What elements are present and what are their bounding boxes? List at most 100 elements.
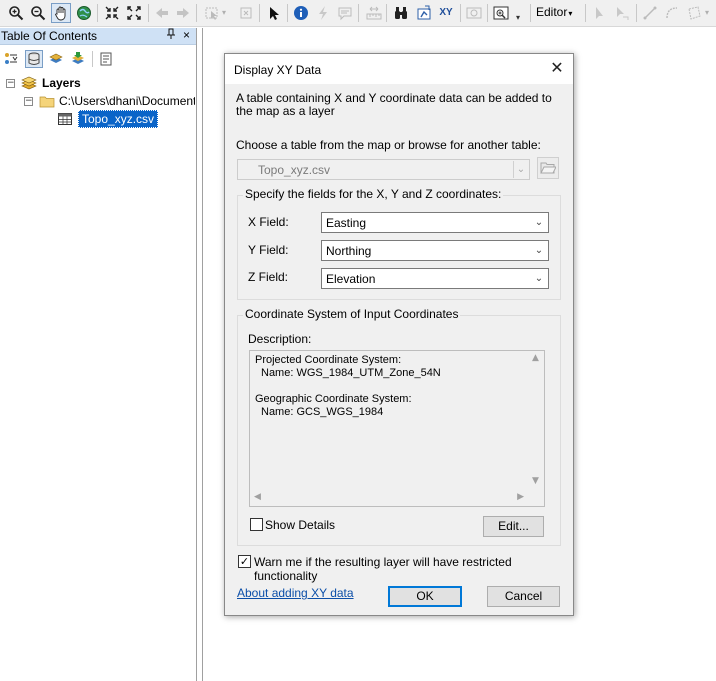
fixed-zoom-in-icon[interactable] xyxy=(102,3,122,23)
x-field-value: Easting xyxy=(326,216,367,230)
horizontal-scrollbar[interactable]: ◀ ▶ xyxy=(250,490,528,506)
collapse-icon[interactable]: − xyxy=(24,96,33,106)
time-slider-icon[interactable] xyxy=(464,3,484,23)
back-arrow-icon[interactable] xyxy=(152,3,172,23)
intro-text: A table containing X and Y coordinate da… xyxy=(236,91,552,118)
scroll-up-icon[interactable]: ▲ xyxy=(532,353,539,363)
desc-line-projected: Projected Coordinate System: xyxy=(255,354,402,366)
find-binoculars-icon[interactable] xyxy=(391,3,411,23)
ok-button[interactable]: OK xyxy=(388,586,462,607)
dialog-titlebar[interactable]: Display XY Data ✕ xyxy=(225,54,573,84)
scroll-right-icon[interactable]: ▶ xyxy=(517,492,524,502)
clear-selection-icon[interactable] xyxy=(236,3,256,23)
hyperlink-bolt-icon[interactable] xyxy=(313,3,333,23)
trace-polygon-icon[interactable] xyxy=(684,3,704,23)
chevron-down-icon: ⌄ xyxy=(534,217,544,228)
html-popup-icon[interactable] xyxy=(335,3,355,23)
coordinate-system-group-label: Coordinate System of Input Coordinates xyxy=(243,307,461,321)
list-by-selection-icon[interactable] xyxy=(69,50,87,68)
dialog-title: Display XY Data xyxy=(234,63,322,77)
show-details-checkbox[interactable] xyxy=(250,518,263,531)
pan-hand-icon[interactable] xyxy=(51,3,71,23)
choose-table-label: Choose a table from the map or browse fo… xyxy=(236,138,541,152)
toolbar-options-chevron-icon[interactable]: ▾ xyxy=(513,8,523,28)
close-icon[interactable]: ✕ xyxy=(545,58,569,80)
fixed-zoom-out-icon[interactable] xyxy=(124,3,144,23)
y-field-label: Y Field: xyxy=(248,243,289,257)
vertical-scrollbar[interactable]: ▲ ▼ xyxy=(528,351,544,490)
edit-annotation-icon[interactable] xyxy=(612,3,632,23)
editor-menu[interactable]: Editor▾ xyxy=(536,5,572,21)
table-select-value: Topo_xyz.csv xyxy=(258,163,331,177)
pin-icon[interactable] xyxy=(166,28,176,43)
toolbar-separator xyxy=(259,4,260,22)
chevron-down-icon: ⌄ xyxy=(534,273,544,284)
list-by-drawing-order-icon[interactable] xyxy=(2,50,20,68)
desc-line-geographic-name: Name: GCS_WGS_1984 xyxy=(261,406,384,418)
toolbar-separator xyxy=(358,4,359,22)
layers-label: Layers xyxy=(42,76,81,90)
browse-folder-button[interactable] xyxy=(537,157,559,179)
toolbar-separator xyxy=(530,4,531,22)
zoom-in-icon[interactable] xyxy=(6,3,26,23)
forward-arrow-icon[interactable] xyxy=(173,3,193,23)
toolbar-separator xyxy=(92,51,93,67)
go-to-xy-icon[interactable]: XY xyxy=(436,3,456,23)
chevron-down-icon[interactable]: ▾ xyxy=(220,3,228,23)
toc-title: Table Of Contents xyxy=(1,29,98,43)
scroll-left-icon[interactable]: ◀ xyxy=(254,492,261,502)
end-point-arc-icon[interactable] xyxy=(662,3,682,23)
straight-segment-icon[interactable] xyxy=(640,3,660,23)
about-xy-data-link[interactable]: About adding XY data xyxy=(237,586,354,600)
folder-icon xyxy=(39,93,55,109)
table-of-contents-panel: Table Of Contents × − Layers − C:\Users\… xyxy=(0,28,197,681)
tree-row-folder[interactable]: − C:\Users\dhani\Documents xyxy=(24,92,195,110)
arcmap-window: ▾ XY ▾ Editor▾ ▾ Table Of Contents × − L… xyxy=(0,0,716,681)
full-extent-globe-icon[interactable] xyxy=(74,3,94,23)
identify-icon[interactable] xyxy=(291,3,311,23)
x-field-label: X Field: xyxy=(248,215,289,229)
z-field-value: Elevation xyxy=(326,272,376,286)
toolbar-separator xyxy=(97,4,98,22)
description-label: Description: xyxy=(248,332,312,346)
chevron-down-icon[interactable]: ▾ xyxy=(702,3,712,23)
toolbar-separator xyxy=(148,4,149,22)
edit-tool-icon[interactable] xyxy=(589,3,609,23)
warn-checkbox[interactable]: ✓ xyxy=(238,555,251,568)
toolbar-separator xyxy=(585,4,586,22)
table-select[interactable]: Topo_xyz.csv ⌄ xyxy=(237,159,530,180)
warn-label: Warn me if the resulting layer will have… xyxy=(254,555,512,583)
list-by-source-icon[interactable] xyxy=(25,50,43,68)
folder-path-label: C:\Users\dhani\Documents xyxy=(59,94,195,108)
zoom-out-icon[interactable] xyxy=(28,3,48,23)
cancel-button[interactable]: Cancel xyxy=(487,586,560,607)
tree-row-table[interactable]: Topo_xyz.csv xyxy=(57,110,159,128)
select-features-icon[interactable] xyxy=(202,3,222,23)
list-by-visibility-icon[interactable] xyxy=(47,50,65,68)
scroll-down-icon[interactable]: ▼ xyxy=(532,476,539,486)
select-elements-arrow-icon[interactable] xyxy=(264,3,284,23)
y-field-value: Northing xyxy=(326,244,372,258)
find-route-icon[interactable] xyxy=(414,3,434,23)
display-xy-data-dialog: Display XY Data ✕ A table containing X a… xyxy=(224,53,574,616)
toolbar-separator xyxy=(386,4,387,22)
edit-button[interactable]: Edit... xyxy=(483,516,544,537)
collapse-icon[interactable]: − xyxy=(6,78,15,88)
create-viewer-window-icon[interactable] xyxy=(491,3,511,23)
description-box[interactable]: Projected Coordinate System: Name: WGS_1… xyxy=(249,350,545,507)
table-icon xyxy=(57,111,73,127)
tree-row-layers[interactable]: − Layers xyxy=(6,74,81,92)
x-field-select[interactable]: Easting ⌄ xyxy=(321,212,549,233)
y-field-select[interactable]: Northing ⌄ xyxy=(321,240,549,261)
chevron-down-icon: ▾ xyxy=(568,9,573,18)
toc-header: Table Of Contents × xyxy=(0,28,196,45)
main-toolbar: ▾ XY ▾ Editor▾ ▾ xyxy=(0,0,716,27)
measure-icon[interactable] xyxy=(364,3,384,23)
toc-options-icon[interactable] xyxy=(97,50,115,68)
z-field-select[interactable]: Elevation ⌄ xyxy=(321,268,549,289)
toolbar-separator xyxy=(460,4,461,22)
desc-line-geographic: Geographic Coordinate System: xyxy=(255,393,412,405)
toc-close-icon[interactable]: × xyxy=(183,28,190,42)
toolbar-separator xyxy=(487,4,488,22)
xyz-fields-group-label: Specify the fields for the X, Y and Z co… xyxy=(243,187,504,201)
